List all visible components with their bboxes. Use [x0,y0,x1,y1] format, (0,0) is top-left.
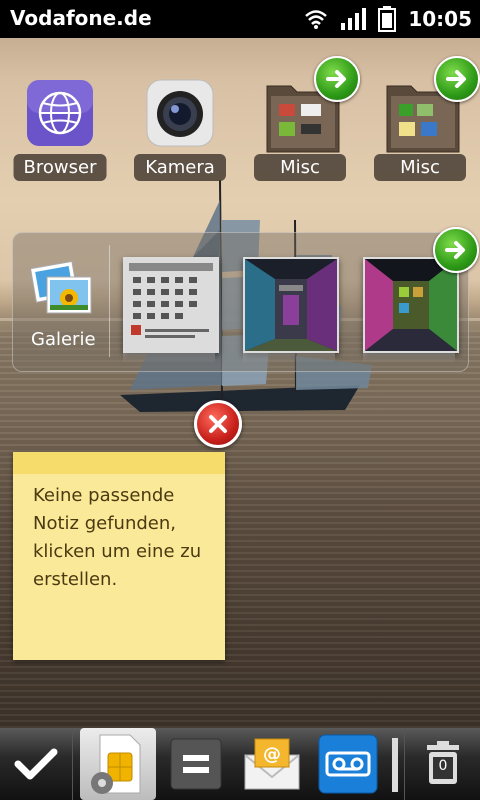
thumbnail-reflection [243,353,335,363]
svg-text:@: @ [263,744,281,765]
app-label: Kamera [134,154,226,181]
calculator-icon[interactable] [160,728,232,800]
expand-arrow-icon[interactable] [434,56,480,102]
photos-icon [31,261,92,314]
app-label: Misc [374,154,466,181]
close-icon[interactable] [194,400,242,448]
gallery-widget[interactable]: Galerie [12,227,479,372]
expand-arrow-icon[interactable] [314,56,360,102]
app-browser[interactable]: Browser [0,70,120,190]
note-text: Keine passende Notiz gefunden, klicken u… [33,485,202,590]
camera-icon [145,78,215,148]
expand-arrow-icon[interactable] [433,227,479,273]
thumbnail-reflection [363,353,455,363]
thumbnail-reflection [123,353,215,363]
trash-count: 0 [438,758,448,774]
battery-icon [378,6,397,32]
gallery-thumbnail[interactable] [123,257,219,353]
wifi-icon [305,10,328,29]
carrier-name: Vodafone.de [10,6,152,30]
divider [109,245,110,357]
note-header [13,452,225,474]
folder-misc-1[interactable]: Misc [240,56,360,190]
sim-settings-icon[interactable] [80,728,156,800]
dock: @ 0 [0,728,480,800]
gallery-label: Galerie [31,329,96,350]
folder-misc-2[interactable]: Misc [360,56,480,190]
status-bar: Vodafone.de 10:05 [0,0,480,38]
trash-icon[interactable]: 0 [404,728,480,800]
app-label: Misc [254,154,346,181]
app-kamera[interactable]: Kamera [120,70,240,190]
globe-icon [25,78,95,148]
voicemail-icon[interactable] [312,728,384,800]
signal-icon [341,8,367,30]
email-icon[interactable]: @ [236,728,308,800]
app-label: Browser [13,154,107,181]
checkmark-icon[interactable] [0,728,73,800]
scroll-indicator [392,738,398,792]
gallery-thumbnail[interactable] [363,257,459,353]
gallery-thumbnail[interactable] [243,257,339,353]
sticky-note-widget[interactable]: Keine passende Notiz gefunden, klicken u… [13,452,225,660]
clock: 10:05 [408,7,472,31]
